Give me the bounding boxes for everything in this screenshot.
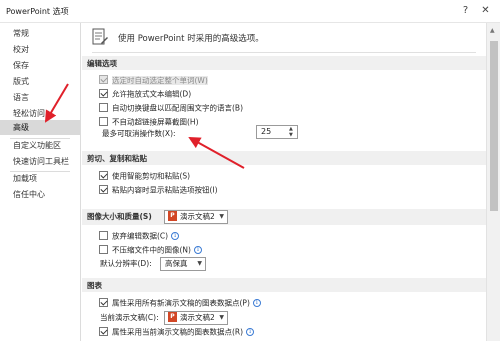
chart-doc-select[interactable]: P 演示文稿2 ▼ — [164, 311, 228, 325]
drag-drop-checkbox[interactable] — [99, 88, 108, 98]
title-bar: PowerPoint 选项 ? ✕ — [0, 0, 500, 23]
sidebar-item-save[interactable]: 保存 — [0, 58, 80, 73]
sidebar-item-proofing[interactable]: 校对 — [0, 42, 80, 57]
undo-count-label: 最多可取消操作数(X): — [102, 129, 176, 138]
paste-options-checkbox[interactable] — [99, 184, 108, 194]
chart-current-checkbox[interactable] — [99, 326, 108, 336]
sidebar-item-advanced[interactable]: 高级 — [0, 120, 80, 135]
no-hyperlink-checkbox[interactable] — [99, 116, 108, 126]
resolution-select[interactable]: 高保真 ▼ — [160, 257, 206, 271]
option-discard-data[interactable]: 放弃编辑数据(C) i — [99, 229, 180, 242]
sidebar: 常规 校对 保存 版式 语言 轻松访问 高级 自定义功能区 快速访问工具栏 加载… — [0, 23, 81, 341]
info-icon[interactable]: i — [193, 246, 202, 254]
smart-cut-checkbox[interactable] — [99, 170, 108, 180]
sidebar-item-customize-ribbon[interactable]: 自定义功能区 — [0, 138, 80, 153]
option-no-compress[interactable]: 不压缩文件中的图像(N) i — [99, 243, 202, 256]
sidebar-item-accessibility[interactable]: 轻松访问 — [0, 106, 80, 121]
current-doc-label: 当前演示文稿(C): — [100, 313, 159, 322]
option-chart-current[interactable]: 属性采用当前演示文稿的图表数据点(R) i — [99, 325, 255, 338]
section-clipboard: 剪切、复制和粘贴 — [82, 151, 486, 165]
options-document-icon — [92, 28, 108, 45]
info-icon[interactable]: i — [171, 232, 180, 240]
section-editing-title: 编辑选项 — [87, 59, 117, 68]
no-compress-checkbox[interactable] — [99, 244, 108, 254]
powerpoint-file-icon: P — [168, 312, 177, 322]
info-icon[interactable]: i — [246, 328, 255, 336]
scroll-up-icon[interactable]: ▲ — [490, 27, 495, 34]
section-clipboard-title: 剪切、复制和粘贴 — [87, 154, 147, 163]
sidebar-item-trust-center[interactable]: 信任中心 — [0, 187, 80, 202]
chart-all-new-label: 属性采用所有新演示文稿的图表数据点(P) — [112, 298, 250, 308]
chart-current-label: 属性采用当前演示文稿的图表数据点(R) — [112, 327, 244, 337]
chevron-down-icon[interactable]: ▼ — [197, 258, 202, 270]
sidebar-item-general[interactable]: 常规 — [0, 26, 80, 41]
section-image-size: 图像大小和质量(S) P 演示文稿2 ▼ — [82, 209, 486, 225]
no-hyperlink-label: 不自动超链接屏幕截图(H) — [112, 117, 199, 127]
powerpoint-file-icon: P — [168, 211, 177, 221]
content-scrollbar[interactable]: ▲ — [486, 23, 500, 341]
image-doc-select[interactable]: P 演示文稿2 ▼ — [164, 210, 228, 224]
option-select-whole-word[interactable]: 选定时自动选定整个单词(W) — [99, 73, 208, 86]
select-word-label: 选定时自动选定整个单词(W) — [112, 75, 208, 85]
discard-data-label: 放弃编辑数据(C) — [112, 231, 169, 241]
spin-down-icon[interactable]: ▼ — [289, 132, 293, 138]
resolution-label: 默认分辨率(D): — [100, 259, 152, 268]
sidebar-item-quick-access[interactable]: 快速访问工具栏 — [0, 154, 80, 169]
option-paste-options[interactable]: 粘贴内容时显示粘贴选项按钮(I) — [99, 183, 218, 196]
section-chart: 图表 — [82, 278, 486, 292]
header-divider — [92, 52, 476, 53]
select-word-checkbox[interactable] — [99, 74, 108, 84]
chevron-down-icon[interactable]: ▼ — [219, 211, 224, 223]
option-auto-keyboard[interactable]: 自动切换键盘以匹配周围文字的语言(B) — [99, 101, 243, 114]
section-chart-title: 图表 — [87, 281, 102, 290]
option-smart-cut[interactable]: 使用智能剪切和粘贴(S) — [99, 169, 190, 182]
close-icon[interactable]: ✕ — [477, 3, 494, 18]
page-title: 使用 PowerPoint 时采用的高级选项。 — [118, 34, 264, 44]
undo-count-value[interactable]: 25 — [261, 127, 271, 136]
option-drag-drop[interactable]: 允许拖放式文本编辑(D) — [99, 87, 191, 100]
section-image-size-title: 图像大小和质量(S) — [87, 212, 152, 221]
resolution-value: 高保真 — [165, 259, 188, 268]
chart-all-new-checkbox[interactable] — [99, 297, 108, 307]
auto-keyboard-checkbox[interactable] — [99, 102, 108, 112]
sidebar-item-language[interactable]: 语言 — [0, 90, 80, 105]
no-compress-label: 不压缩文件中的图像(N) — [112, 245, 191, 255]
image-doc-name: 演示文稿2 — [180, 212, 215, 221]
section-editing: 编辑选项 — [82, 56, 486, 70]
discard-data-checkbox[interactable] — [99, 230, 108, 240]
drag-drop-label: 允许拖放式文本编辑(D) — [112, 89, 192, 99]
sidebar-item-addins[interactable]: 加载项 — [0, 171, 80, 186]
paste-options-label: 粘贴内容时显示粘贴选项按钮(I) — [112, 185, 218, 195]
undo-count-stepper[interactable]: 25 ▲ ▼ — [256, 125, 298, 139]
help-icon[interactable]: ? — [457, 3, 474, 18]
window-title: PowerPoint 选项 — [6, 7, 69, 16]
auto-keyboard-label: 自动切换键盘以匹配周围文字的语言(B) — [112, 103, 243, 113]
scrollbar-thumb[interactable] — [490, 41, 498, 211]
sidebar-item-layout[interactable]: 版式 — [0, 74, 80, 89]
smart-cut-label: 使用智能剪切和粘贴(S) — [112, 171, 191, 181]
info-icon[interactable]: i — [252, 299, 261, 307]
chart-doc-name: 演示文稿2 — [180, 313, 215, 322]
options-content: 使用 PowerPoint 时采用的高级选项。 编辑选项 选定时自动选定整个单词… — [82, 23, 486, 341]
chevron-down-icon[interactable]: ▼ — [219, 312, 224, 324]
option-chart-all-new[interactable]: 属性采用所有新演示文稿的图表数据点(P) i — [99, 296, 261, 309]
